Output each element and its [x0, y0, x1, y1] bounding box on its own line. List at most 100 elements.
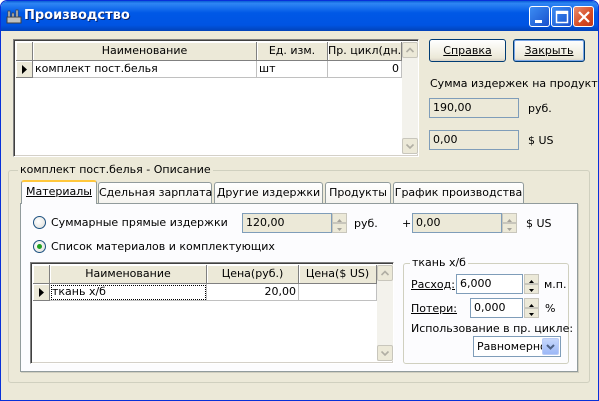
- products-table[interactable]: Наименование Ед. изм. Пр. цикл(дн.) комп…: [13, 39, 419, 157]
- spin-down-button[interactable]: [524, 284, 539, 294]
- cost-rub-field: 190,00: [429, 98, 519, 118]
- usage-select[interactable]: Равномерно: [473, 336, 561, 357]
- cost-usd-field: 0,00: [429, 130, 519, 150]
- direct-usd-unit: $ US: [526, 217, 552, 230]
- column-header-price-rub[interactable]: Цена(руб.): [207, 265, 299, 284]
- app-icon: [6, 9, 22, 24]
- consumption-label: Расход:: [411, 278, 455, 291]
- scroll-down-button[interactable]: [377, 345, 393, 361]
- consumption-label-text: Расход:: [411, 278, 455, 291]
- usage-label: Использование в пр. цикле:: [411, 322, 574, 335]
- radio-material-list[interactable]: [33, 240, 46, 253]
- spin-up-button[interactable]: [502, 213, 517, 223]
- window-title: Производство: [24, 8, 130, 23]
- minimize-button[interactable]: [529, 6, 550, 27]
- tab-products[interactable]: Продукты: [325, 182, 391, 204]
- minimize-icon: [535, 20, 542, 23]
- arrow-up-icon: [380, 270, 390, 276]
- tab-other-costs[interactable]: Другие издержки: [214, 182, 323, 204]
- scroll-up-button[interactable]: [377, 265, 393, 281]
- direct-rub-unit: руб.: [354, 217, 378, 230]
- radio-direct-costs[interactable]: [33, 216, 46, 229]
- loss-label-text: Потери:: [411, 302, 458, 315]
- usage-select-value: Равномерно: [477, 340, 547, 353]
- header-corner: [33, 265, 50, 284]
- loss-input[interactable]: 0,000: [470, 298, 523, 318]
- plus-sign: +: [402, 217, 412, 230]
- tab-materials-label: Материалы: [26, 185, 92, 198]
- close-button-label: Закрыть: [524, 44, 574, 57]
- products-vertical-scrollbar[interactable]: [402, 42, 418, 154]
- material-name-cell[interactable]: ткань х/б: [50, 284, 207, 301]
- arrow-down-icon: [507, 228, 512, 231]
- materials-table[interactable]: Наименование Цена(руб.) Цена($ US) ткань…: [30, 262, 394, 364]
- tab-production-schedule-label: График производства: [394, 186, 523, 199]
- spin-up-button[interactable]: [524, 298, 539, 308]
- title-bar[interactable]: Производство: [1, 1, 598, 31]
- column-header-unit[interactable]: Ед. изм.: [257, 42, 328, 61]
- consumption-spinner[interactable]: [524, 274, 539, 294]
- material-detail-title: ткань х/б: [410, 256, 468, 269]
- radio-material-list-label[interactable]: Список материалов и комплектующих: [51, 240, 275, 253]
- production-window: Производство Наименование Ед. изм. Пр. ц…: [0, 0, 599, 401]
- arrow-down-icon: [405, 143, 415, 150]
- material-price-usd-cell[interactable]: [299, 284, 377, 301]
- spin-down-button[interactable]: [502, 223, 517, 233]
- arrow-up-icon: [405, 47, 415, 53]
- scroll-up-button[interactable]: [402, 42, 418, 58]
- close-window-button[interactable]: [573, 6, 594, 27]
- column-header-cycle[interactable]: Пр. цикл(дн.): [328, 42, 402, 61]
- description-group-title: комплект пост.белья - Описание: [18, 163, 213, 176]
- product-cycle-cell[interactable]: 0: [328, 61, 402, 78]
- product-name-cell[interactable]: комплект пост.белья: [33, 61, 257, 78]
- arrow-down-icon: [529, 289, 534, 292]
- radio-direct-costs-label[interactable]: Суммарные прямые издержки: [51, 216, 228, 229]
- spin-up-button[interactable]: [524, 274, 539, 284]
- close-button[interactable]: Закрыть: [513, 39, 585, 62]
- direct-rub-spinner[interactable]: [332, 213, 347, 233]
- maximize-icon: [555, 10, 569, 24]
- current-row-arrow-icon: [22, 65, 27, 74]
- help-button[interactable]: Справка: [429, 39, 506, 62]
- material-price-rub-cell[interactable]: 20,00: [207, 284, 299, 301]
- row-indicator[interactable]: [33, 284, 50, 301]
- row-indicator[interactable]: [16, 61, 33, 78]
- tab-production-schedule[interactable]: График производства: [393, 182, 524, 204]
- chevron-down-icon: [546, 344, 555, 350]
- materials-vertical-scrollbar[interactable]: [377, 265, 393, 361]
- direct-usd-input[interactable]: 0,00: [412, 213, 502, 233]
- arrow-down-icon: [337, 228, 342, 231]
- direct-rub-input[interactable]: 120,00: [242, 213, 332, 233]
- tab-other-costs-label: Другие издержки: [216, 186, 321, 199]
- column-header-name[interactable]: Наименование: [33, 42, 257, 61]
- consumption-input[interactable]: 6,000: [456, 274, 523, 294]
- close-icon: [578, 11, 590, 23]
- arrow-down-icon: [380, 350, 390, 357]
- loss-unit: %: [545, 302, 556, 315]
- consumption-unit: м.п.: [544, 278, 567, 291]
- maximize-button[interactable]: [551, 6, 572, 27]
- help-button-label: Справка: [443, 44, 492, 57]
- loss-spinner[interactable]: [524, 298, 539, 318]
- scroll-down-button[interactable]: [402, 138, 418, 154]
- tab-materials[interactable]: Материалы: [21, 180, 97, 204]
- spin-up-button[interactable]: [332, 213, 347, 223]
- cost-usd-unit: $ US: [528, 134, 554, 147]
- header-corner: [16, 42, 33, 61]
- product-unit-cell[interactable]: шт: [257, 61, 328, 78]
- usage-dropdown-button[interactable]: [542, 338, 559, 355]
- cost-summary-label: Сумма издержек на продукт:: [430, 77, 599, 90]
- arrow-down-icon: [529, 313, 534, 316]
- column-header-material-name[interactable]: Наименование: [50, 265, 207, 284]
- column-header-price-usd[interactable]: Цена($ US): [299, 265, 377, 284]
- tab-products-label: Продукты: [329, 186, 387, 199]
- direct-usd-spinner[interactable]: [502, 213, 517, 233]
- materials-tab-page: Суммарные прямые издержки 120,00 руб. + …: [20, 203, 578, 372]
- tab-piecework-pay[interactable]: Сдельная зарплата: [98, 182, 212, 204]
- cost-rub-unit: руб.: [528, 102, 552, 115]
- current-row-arrow-icon: [39, 288, 44, 297]
- spin-down-button[interactable]: [332, 223, 347, 233]
- loss-label: Потери:: [411, 302, 457, 315]
- spin-down-button[interactable]: [524, 308, 539, 318]
- tab-piecework-pay-label: Сдельная зарплата: [99, 186, 213, 199]
